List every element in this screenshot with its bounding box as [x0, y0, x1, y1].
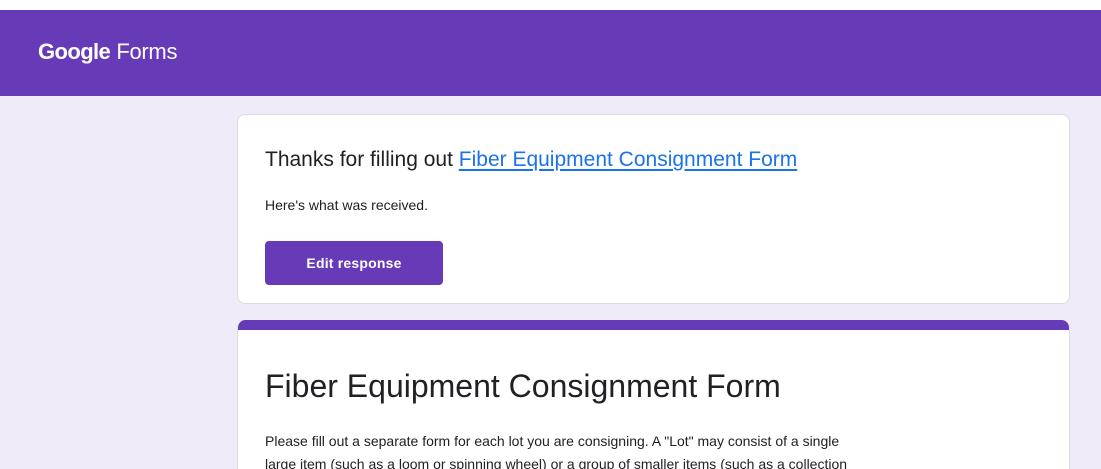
form-title-link[interactable]: Fiber Equipment Consignment Form — [459, 148, 797, 171]
app-header: Google Forms — [0, 10, 1101, 96]
top-strip — [0, 0, 1101, 10]
confirmation-heading-prefix: Thanks for filling out — [265, 148, 459, 171]
form-description-line: Please fill out a separate form for each… — [265, 433, 840, 449]
logo-google-text: Google — [38, 39, 111, 64]
form-description: Please fill out a separate form for each… — [265, 430, 1045, 469]
form-card-accent-bar — [238, 320, 1069, 330]
google-forms-logo[interactable]: Google Forms — [38, 38, 177, 66]
logo-forms-text: Forms — [116, 39, 178, 64]
confirmation-heading: Thanks for filling out Fiber Equipment C… — [265, 147, 797, 173]
page: Google Forms Thanks for filling out Fibe… — [0, 0, 1101, 469]
form-summary-card: Fiber Equipment Consignment Form Please … — [237, 320, 1070, 469]
edit-response-button[interactable]: Edit response — [265, 241, 443, 285]
confirmation-card: Thanks for filling out Fiber Equipment C… — [237, 114, 1070, 304]
form-description-line: large item (such as a loom or spinning w… — [265, 456, 848, 469]
form-title: Fiber Equipment Consignment Form — [265, 368, 781, 404]
received-message: Here's what was received. — [265, 197, 428, 213]
